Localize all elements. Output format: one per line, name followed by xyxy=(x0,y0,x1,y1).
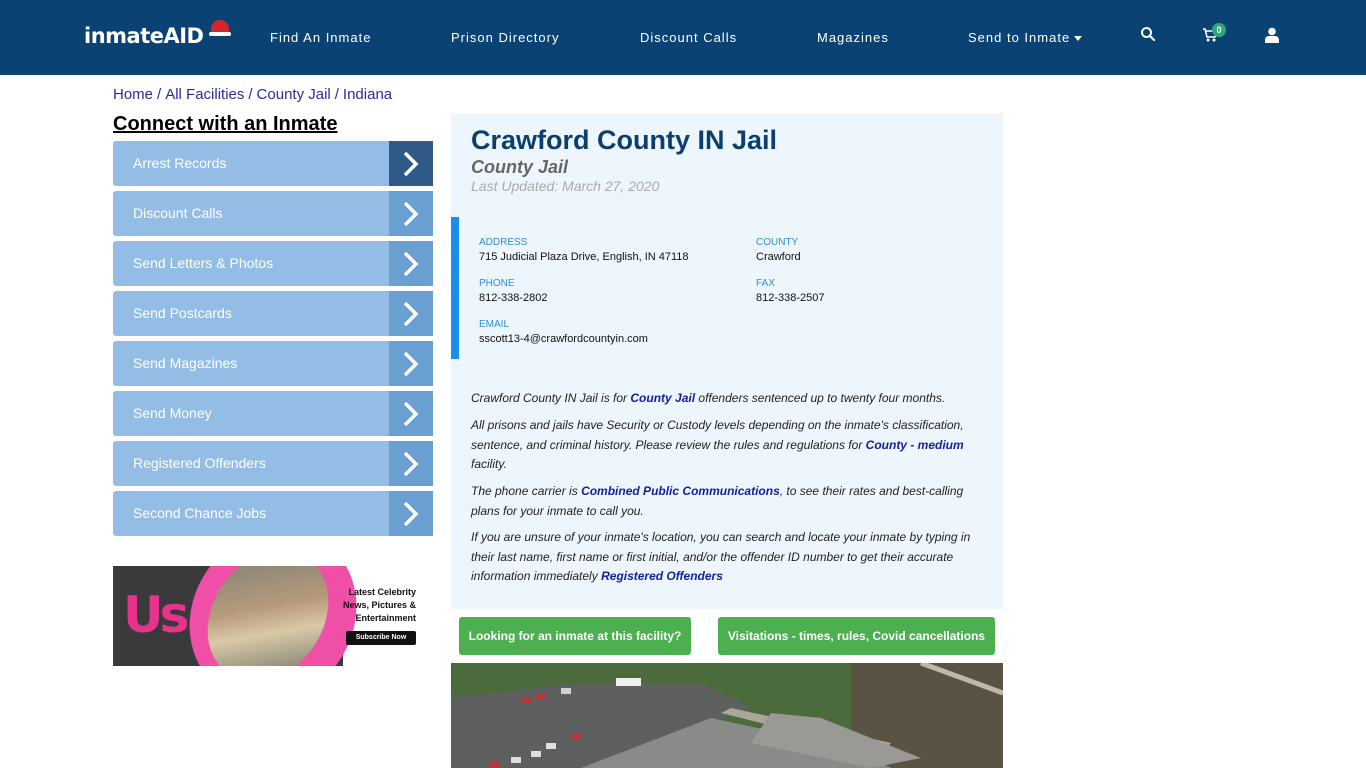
menu-item-arrest-records[interactable]: Arrest Records xyxy=(113,141,433,186)
facility-info-panel: Crawford County IN Jail County Jail Last… xyxy=(451,113,1003,609)
registered-offenders-link[interactable]: Registered Offenders xyxy=(601,569,723,583)
address-label: ADDRESS xyxy=(479,237,528,248)
nav-send-to-inmate[interactable]: Send to Inmate xyxy=(968,30,1083,45)
chevron-right-icon xyxy=(389,141,433,186)
visitations-button[interactable]: Visitations - times, rules, Covid cancel… xyxy=(718,617,995,655)
connect-menu: Arrest Records Discount Calls Send Lette… xyxy=(113,141,433,541)
menu-item-label: Registered Offenders xyxy=(133,455,266,471)
desc-text: facility. xyxy=(471,457,507,471)
description-paragraph: Crawford County IN Jail is for County Ja… xyxy=(471,389,981,409)
nav-magazines[interactable]: Magazines xyxy=(817,30,889,45)
info-accent-bar xyxy=(451,217,459,359)
chevron-right-icon xyxy=(389,291,433,336)
nav-find-an-inmate[interactable]: Find An Inmate xyxy=(270,30,371,45)
desc-text: The phone carrier is xyxy=(471,484,582,498)
facility-title: Crawford County IN Jail xyxy=(471,125,778,155)
email-label: EMAIL xyxy=(479,319,510,330)
menu-item-discount-calls[interactable]: Discount Calls xyxy=(113,191,433,236)
chevron-right-icon xyxy=(389,491,433,536)
menu-item-registered-offenders[interactable]: Registered Offenders xyxy=(113,441,433,486)
breadcrumb-county-jail[interactable]: County Jail xyxy=(257,86,331,103)
subscribe-now-button[interactable]: Subscribe Now xyxy=(346,631,416,645)
santa-hat-icon xyxy=(209,20,232,36)
address-value: 715 Judicial Plaza Drive, English, IN 47… xyxy=(479,251,689,263)
ad-tagline: Latest Celebrity News, Pictures & Entert… xyxy=(343,586,416,625)
ad-tagline-line: News, Pictures & xyxy=(342,600,416,610)
logo-text: inmate xyxy=(84,24,164,48)
menu-item-label: Send Letters & Photos xyxy=(133,255,274,271)
cart-count-badge: 0 xyxy=(1212,23,1226,37)
user-icon[interactable] xyxy=(1265,27,1285,47)
breadcrumb-indiana[interactable]: Indiana xyxy=(343,86,392,103)
breadcrumb-all-facilities[interactable]: All Facilities xyxy=(165,86,244,103)
last-updated: Last Updated: March 27, 2020 xyxy=(471,178,660,194)
menu-item-label: Send Money xyxy=(133,405,212,421)
email-value: sscott13-4@crawfordcountyin.com xyxy=(479,333,648,345)
menu-item-label: Second Chance Jobs xyxy=(133,505,267,521)
menu-item-second-chance-jobs[interactable]: Second Chance Jobs xyxy=(113,491,433,536)
chevron-right-icon xyxy=(389,341,433,386)
desc-text: Crawford County IN Jail is for xyxy=(471,391,631,405)
menu-item-label: Send Magazines xyxy=(133,355,238,371)
phone-value: 812-338-2802 xyxy=(479,292,548,304)
chevron-right-icon xyxy=(389,441,433,486)
description-paragraph: If you are unsure of your inmate's locat… xyxy=(471,528,981,587)
county-medium-link[interactable]: County - medium xyxy=(866,438,964,452)
phone-label: PHONE xyxy=(479,278,515,289)
description-paragraph: All prisons and jails have Security or C… xyxy=(471,416,981,475)
breadcrumb-home[interactable]: Home xyxy=(113,86,153,103)
top-navbar: inmate AID Find An Inmate Prison Director… xyxy=(0,0,1366,75)
nav-discount-calls[interactable]: Discount Calls xyxy=(640,30,737,45)
menu-item-label: Arrest Records xyxy=(133,155,227,171)
fax-value: 812-338-2507 xyxy=(756,292,825,304)
connect-with-inmate-heading[interactable]: Connect with an Inmate xyxy=(113,113,337,136)
chevron-right-icon xyxy=(389,241,433,286)
description-paragraph: The phone carrier is Combined Public Com… xyxy=(471,482,981,521)
menu-item-send-letters-photos[interactable]: Send Letters & Photos xyxy=(113,241,433,286)
breadcrumb: Home / All Facilities / County Jail / Indiana xyxy=(113,86,392,103)
nav-prison-directory[interactable]: Prison Directory xyxy=(451,30,559,45)
fax-label: FAX xyxy=(756,278,775,289)
caret-down-icon xyxy=(1074,36,1083,42)
search-icon[interactable] xyxy=(1140,26,1160,46)
ad-tagline-line: Latest Celebrity xyxy=(348,587,416,597)
phone-carrier-link[interactable]: Combined Public Communications xyxy=(581,484,780,498)
menu-item-send-postcards[interactable]: Send Postcards xyxy=(113,291,433,336)
facility-type: County Jail xyxy=(471,157,569,177)
chevron-right-icon xyxy=(389,191,433,236)
breadcrumb-separator: / xyxy=(248,86,253,103)
find-inmate-at-facility-button[interactable]: Looking for an inmate at this facility? xyxy=(459,617,691,655)
breadcrumb-separator: / xyxy=(334,86,339,103)
nav-send-to-inmate-label: Send to Inmate xyxy=(968,30,1071,45)
inmateaid-logo[interactable]: inmate AID xyxy=(84,20,232,54)
logo-accent: AID xyxy=(163,20,232,48)
desc-text: offenders sentenced up to twenty four mo… xyxy=(695,391,946,405)
county-jail-link[interactable]: County Jail xyxy=(630,391,695,405)
facility-aerial-photo xyxy=(451,663,1003,768)
chevron-right-icon xyxy=(389,391,433,436)
county-label: COUNTY xyxy=(756,237,799,248)
menu-item-send-money[interactable]: Send Money xyxy=(113,391,433,436)
logo-accent-text: AID xyxy=(163,24,204,48)
us-weekly-ad-banner[interactable]: Us Latest Celebrity News, Pictures & Ent… xyxy=(113,566,433,666)
menu-item-label: Discount Calls xyxy=(133,205,223,221)
ad-tagline-line: Entertainment xyxy=(355,613,416,623)
menu-item-label: Send Postcards xyxy=(133,305,232,321)
us-weekly-logo: Us xyxy=(123,586,189,644)
breadcrumb-separator: / xyxy=(157,86,162,103)
county-value: Crawford xyxy=(756,251,801,263)
menu-item-send-magazines[interactable]: Send Magazines xyxy=(113,341,433,386)
